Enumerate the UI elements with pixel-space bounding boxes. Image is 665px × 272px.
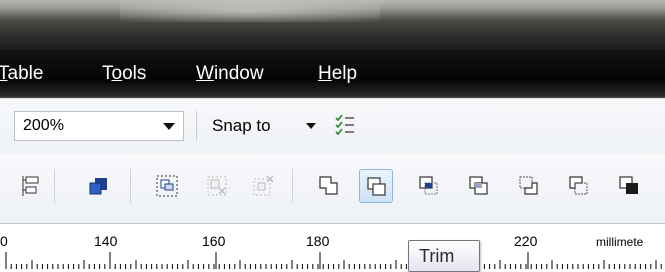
ruler-unit-label: millimete [596, 235, 644, 249]
simplify-button[interactable] [462, 169, 496, 203]
create-boundary-icon [619, 176, 638, 194]
zoom-level-value: 200% [23, 117, 64, 134]
simplify-icon [469, 176, 488, 195]
arrange-order-button[interactable] [82, 169, 116, 203]
menu-tools[interactable]: Tools [102, 63, 146, 85]
group-objects-button[interactable] [150, 169, 184, 203]
menu-bar: Table Tools Window Help [0, 50, 665, 98]
property-toolbar: 200% Snap to [0, 98, 665, 154]
menu-help[interactable]: Help [318, 63, 357, 85]
trim-tooltip: Trim [408, 240, 480, 272]
snap-to-dropdown-icon[interactable] [306, 123, 316, 129]
ruler-label: 140 [94, 233, 118, 249]
ungroup-objects-icon [207, 176, 227, 196]
ruler-label: 220 [514, 233, 538, 249]
shaping-toolbar [0, 153, 665, 223]
menu-table[interactable]: Table [0, 63, 43, 85]
align-distribute-button[interactable] [14, 169, 48, 203]
toolbar-separator [196, 111, 197, 141]
weld-icon [319, 176, 338, 195]
weld-button[interactable] [312, 169, 346, 203]
ruler-label: 160 [202, 233, 226, 249]
menu-window[interactable]: Window [196, 63, 264, 85]
snap-to-button[interactable]: Snap to [212, 116, 271, 136]
ungroup-all-button[interactable] [246, 169, 280, 203]
horizontal-ruler[interactable]: 0 140 160 180 220 millimete [0, 223, 665, 269]
toolbar-separator [130, 169, 131, 203]
chevron-down-icon[interactable] [163, 123, 175, 130]
ruler-label: 180 [306, 233, 330, 249]
group-objects-icon [156, 175, 178, 197]
ungroup-all-icon [253, 175, 274, 196]
align-distribute-icon [22, 176, 39, 196]
ungroup-objects-button[interactable] [200, 169, 234, 203]
menu-table-label: able [7, 63, 44, 84]
background-highlight [120, 0, 380, 22]
front-minus-back-icon [519, 176, 538, 195]
zoom-level-dropdown[interactable]: 200% [14, 111, 184, 141]
snap-options-icon[interactable] [334, 113, 356, 137]
toolbar-separator [292, 169, 293, 203]
trim-button[interactable] [359, 169, 393, 203]
tooltip-text: Trim [419, 246, 455, 266]
trim-icon [367, 177, 386, 196]
window-background [0, 0, 665, 50]
back-minus-front-icon [569, 176, 588, 195]
arrange-order-icon [89, 178, 107, 195]
intersect-button[interactable] [412, 169, 446, 203]
front-minus-back-button[interactable] [512, 169, 546, 203]
intersect-icon [419, 176, 438, 195]
toolbar-separator [54, 169, 55, 203]
ruler-label: 0 [0, 233, 8, 249]
back-minus-front-button[interactable] [562, 169, 596, 203]
create-boundary-button[interactable] [612, 169, 646, 203]
